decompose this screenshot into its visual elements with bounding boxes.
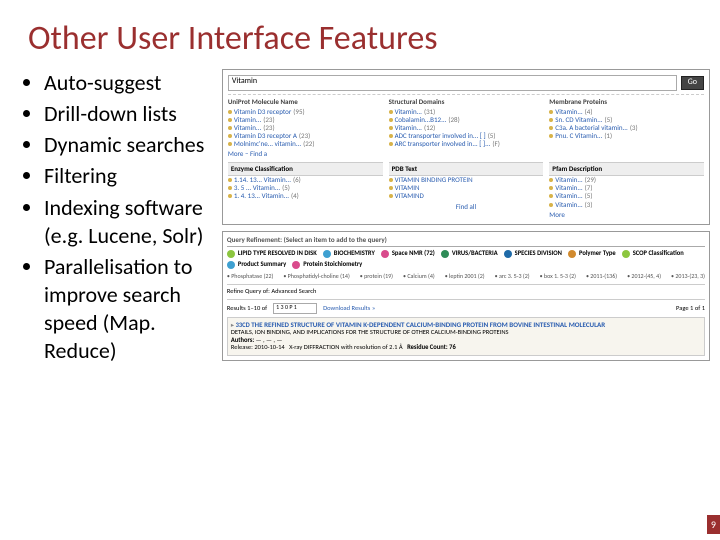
more-link[interactable]: More – Find a	[228, 150, 383, 158]
bullet-item: Dynamic searches	[44, 131, 222, 159]
search-input[interactable]: Vitamin	[228, 75, 677, 91]
bullet-list: Auto-suggest Drill-down lists Dynamic se…	[22, 69, 222, 369]
figure-refine-ui: Query Refinement: (Select an item to add…	[222, 231, 710, 361]
release-label: Release: 2010-10-14	[231, 343, 285, 351]
sub-item[interactable]: • leptin 2001 (2)	[445, 273, 485, 280]
method-label: X-ray DIFFRACTION with resolution of 2.1…	[289, 343, 403, 351]
refine-label: Refine Query of: Advanced Search	[227, 288, 317, 295]
filter-tag[interactable]: Protein Stoichiometry	[292, 261, 362, 269]
sub-item[interactable]: • Calcium (4)	[403, 273, 435, 280]
residue-label: Residue Count: 76	[407, 343, 456, 351]
sub-item[interactable]: • protein (19)	[360, 273, 393, 280]
query-box[interactable]: 1 3 0 P 1	[273, 303, 317, 314]
sub-item[interactable]: • Phosphatidyl-choline (14)	[283, 273, 349, 280]
drill-down-item[interactable]: 1. 4. 13... Vitamin... (4)	[228, 192, 383, 200]
find-all-link[interactable]: Find all	[389, 201, 544, 213]
drill-down-item[interactable]: VITAMIND	[389, 192, 544, 200]
col-header-domains: Structural Domains	[389, 98, 544, 106]
result-card: ▸ 33CD THE REFINED STRUCTURE OF VITAMIN …	[227, 317, 705, 356]
sub-item[interactable]: • 2012-(45, 4)	[627, 273, 661, 280]
slide-title: Other User Interface Features	[0, 0, 720, 69]
page-number: 9	[707, 515, 720, 534]
bullet-item: Parallelisation to improve search speed …	[44, 253, 222, 366]
result-subtitle: DETAILS, ION BINDING, AND IMPLICATIONS F…	[231, 329, 701, 336]
download-link[interactable]: Download Results »	[323, 305, 375, 312]
bullet-item: Auto-suggest	[44, 69, 222, 97]
figure-search-ui: Vitamin Go UniProt Molecule Name Vitamin…	[222, 69, 710, 225]
sub-item[interactable]: • 2013-(23, 3)	[671, 273, 705, 280]
col-header-enzyme: Enzyme Classification	[228, 162, 383, 176]
drill-down-item[interactable]: Pnu. C Vitamin... (1)	[549, 132, 704, 140]
col-header-uniprot: UniProt Molecule Name	[228, 98, 383, 106]
refine-header: Query Refinement: (Select an item to add…	[227, 236, 705, 247]
more-link[interactable]: More	[549, 211, 704, 219]
results-label: Results 1–10 of	[227, 305, 267, 312]
filter-tag[interactable]: Polymer Type	[568, 250, 616, 258]
go-button[interactable]: Go	[681, 76, 704, 89]
filter-tag[interactable]: Product Summary	[227, 261, 286, 269]
bullet-item: Indexing software (e.g. Lucene, Solr)	[44, 194, 222, 250]
filter-tag[interactable]: Space NMR (72)	[381, 250, 435, 258]
drill-down-item[interactable]: ARC transporter involved in... [ ]... (F…	[389, 140, 544, 148]
filter-tag[interactable]: SPECIES DIVISION	[504, 250, 562, 258]
filter-tag[interactable]: VIRUS/BACTERIA	[441, 250, 498, 258]
sub-item[interactable]: • box 1. 5-3 (2)	[540, 273, 576, 280]
filter-tag[interactable]: BIOCHEMISTRY	[323, 250, 375, 258]
page-label: Page 1 of 1	[676, 305, 705, 312]
sub-item[interactable]: • 2011-(136)	[586, 273, 617, 280]
col-header-pfam: Pfam Description	[549, 162, 704, 176]
col-header-pdbtext: PDB Text	[389, 162, 544, 176]
filter-tag[interactable]: LIPID TYPE RESOLVED IN DISK	[227, 250, 317, 258]
bullet-item: Drill-down lists	[44, 100, 222, 128]
bullet-item: Filtering	[44, 162, 222, 190]
drill-down-item[interactable]: Molnimc'ne... vitamin... (22)	[228, 140, 383, 148]
col-header-membrane: Membrane Proteins	[549, 98, 704, 106]
drill-down-item[interactable]: Vitamin... (3)	[549, 201, 704, 209]
sub-item[interactable]: • arc 3. 5-3 (2)	[495, 273, 530, 280]
filter-tag[interactable]: SCOP Classification	[622, 250, 684, 258]
sub-item[interactable]: • Phosphatase (22)	[227, 273, 273, 280]
